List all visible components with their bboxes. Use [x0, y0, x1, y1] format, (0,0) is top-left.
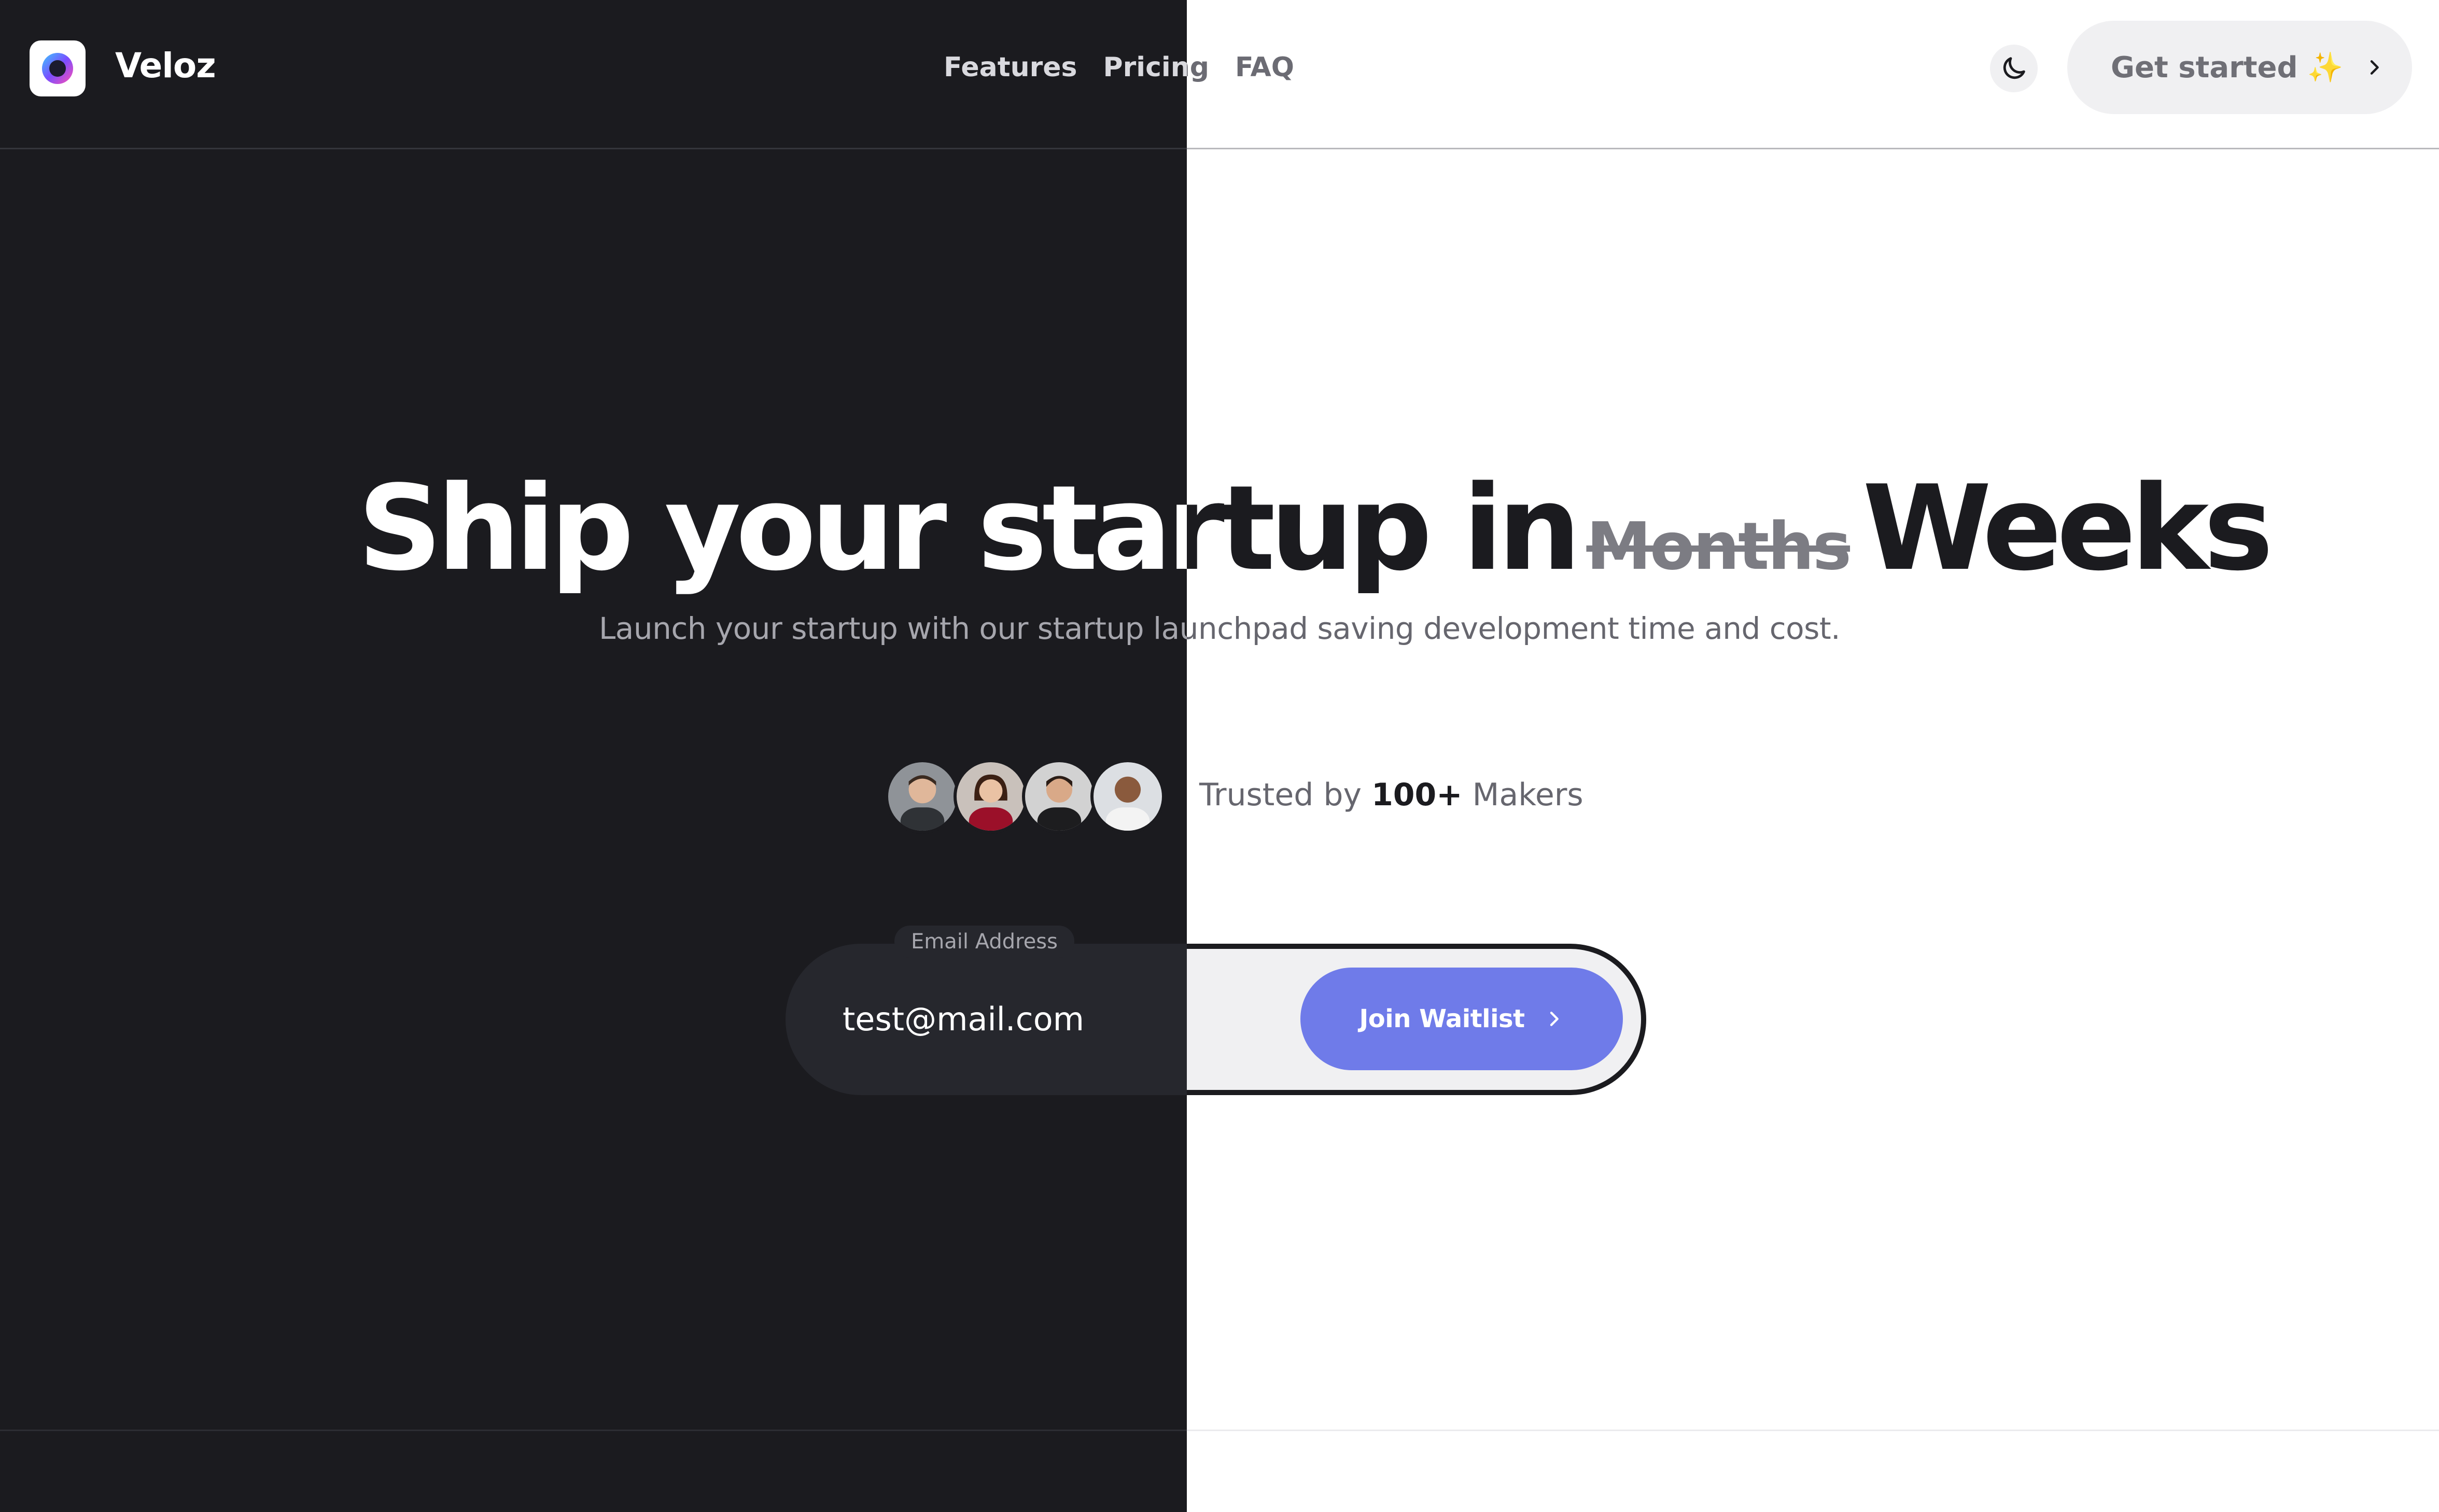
moon-icon — [2003, 57, 2025, 79]
trusted-prefix: Trusted by — [1199, 777, 1362, 813]
avatar — [1022, 759, 1097, 834]
nav-faq[interactable]: FAQ — [1235, 52, 1294, 83]
theme-toggle-button[interactable] — [1990, 45, 2038, 92]
trusted-by-text: Trusted by 100+ Makers — [1199, 777, 1583, 813]
get-started-label: Get started — [2111, 50, 2298, 85]
email-field-label: Email Address — [894, 926, 1074, 958]
chevron-right-icon — [1550, 1012, 1559, 1026]
avatar — [1090, 759, 1165, 834]
join-waitlist-button[interactable]: Join Waitlist — [1300, 968, 1623, 1070]
headline-struck-word: Months — [1586, 508, 1852, 584]
avatar — [885, 759, 960, 834]
trusted-count: 100+ — [1371, 777, 1463, 813]
sparkles-icon: ✨ — [2307, 51, 2344, 85]
headline-suffix: Weeks — [1862, 460, 2274, 597]
get-started-button[interactable]: Get started ✨ — [2067, 21, 2412, 114]
chevron-right-icon — [2371, 60, 2379, 75]
logo-icon[interactable] — [30, 40, 86, 96]
maker-avatars — [885, 759, 1170, 837]
brand-name[interactable]: Veloz — [115, 46, 216, 86]
avatar — [954, 759, 1028, 834]
join-waitlist-label: Join Waitlist — [1359, 1004, 1525, 1033]
nav-features[interactable]: Features — [944, 52, 1077, 83]
trusted-suffix: Makers — [1472, 777, 1583, 813]
